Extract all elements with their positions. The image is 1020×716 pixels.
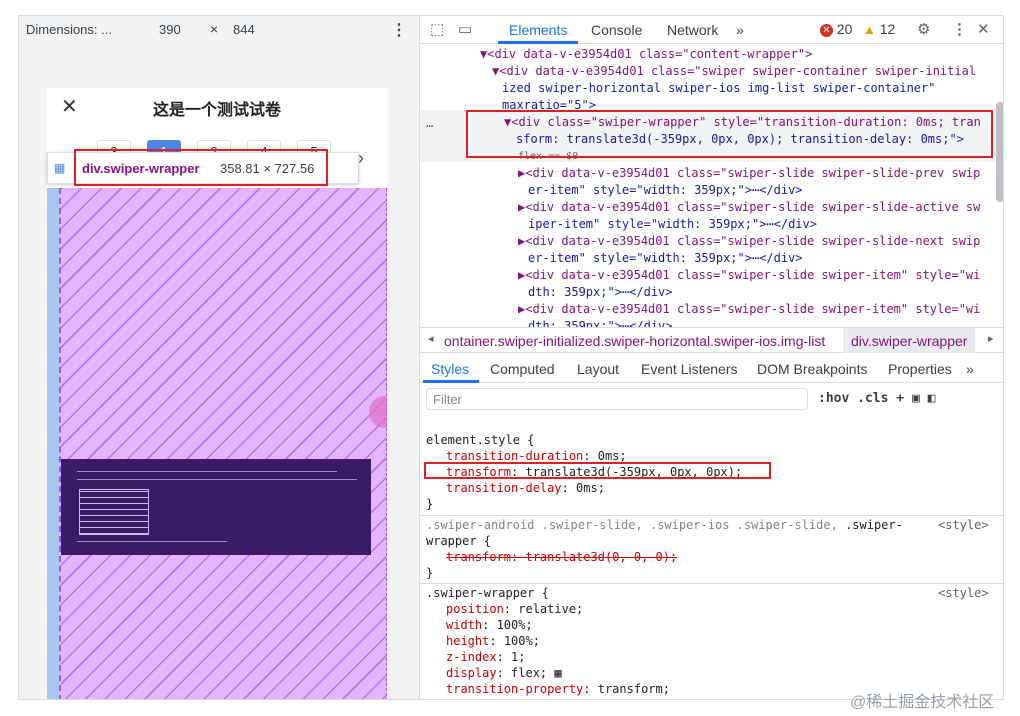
devtools-toolbar: ⬚ ▭ Elements Console Network » ✕ 20 ▲ 12… [420,16,1003,44]
cls-toggle[interactable]: .cls [857,391,888,406]
dom-line[interactable]: ▶<div data-v-e3954d01 class="swiper-slid… [518,267,980,284]
color-palette-icon[interactable]: ▣ [912,391,920,406]
gear-icon[interactable]: ⚙ [917,20,930,38]
dom-line[interactable]: dth: 359px;">⋯</div> [528,318,673,327]
device-pane: Dimensions: ... 390 × 844 ⋮ ✕ 这是一个测试试卷 3… [19,16,420,699]
overridden-declaration[interactable]: transform: translate3d(0, 0, 0); [446,549,677,565]
question-text-line [77,471,337,472]
tab-layout[interactable]: Layout [577,361,619,377]
flexbox-editor-icon[interactable]: ▦ [554,666,561,680]
question-card [61,459,371,555]
styles-tabbar: Styles Computed Layout Event Listeners D… [420,353,1003,383]
error-icon: ✕ [820,23,833,37]
warnings-count[interactable]: ▲ 12 [863,21,895,37]
rule-selector[interactable]: .swiper-wrapper { [426,585,549,601]
divider [420,515,1003,516]
tab-network[interactable]: Network [667,22,718,38]
errors-count[interactable]: ✕ 20 [820,21,852,37]
rule-selector[interactable]: .swiper-android .swiper-slide, .swiper-i… [426,517,903,533]
rule-selector[interactable]: element.style { [426,432,534,448]
rule-source-link[interactable]: <style> [938,585,989,601]
rule-source-link[interactable]: <style> [938,517,989,533]
sidebar-toggle-icon[interactable]: ◧ [928,391,936,406]
dom-line[interactable]: ▼<div data-v-e3954d01 class="swiper swip… [492,63,976,80]
device-toggle-icon[interactable]: ▭ [458,20,472,38]
add-rule-icon[interactable]: + [896,391,904,406]
style-declaration[interactable]: transition-delay: 0ms; [446,480,605,496]
dimensions-dropdown[interactable]: Dimensions: ... [26,22,112,37]
dom-line[interactable]: ▶<div data-v-e3954d01 class="swiper-slid… [518,165,980,182]
filter-options: :hov .cls + ▣ ◧ [818,391,935,406]
scroll-left-icon[interactable]: ◂ [428,332,434,345]
device-toolbar: Dimensions: ... 390 × 844 ⋮ [19,16,419,44]
width-input[interactable]: 390 [159,22,181,37]
style-declaration[interactable]: display: flex; ▦ [446,665,562,681]
dom-line[interactable]: ized swiper-horizontal swiper-ios img-li… [502,80,935,97]
question-options-line [77,541,227,542]
close-icon[interactable]: ✕ [977,20,990,38]
dom-line[interactable]: iper-item" style="width: 359px;">⋯</div> [528,216,817,233]
dom-line[interactable]: ▶<div data-v-e3954d01 class="swiper-slid… [518,199,980,216]
dom-line[interactable]: ▶<div data-v-e3954d01 class="swiper-slid… [518,301,980,318]
kebab-menu-icon[interactable]: ⋮ [952,20,967,38]
question-text-line [77,479,357,480]
ellipsis-icon[interactable]: ⋯ [426,118,433,135]
scroll-right-icon[interactable]: ▸ [988,332,994,345]
annotation-box [466,110,993,158]
rule-close: } [426,566,434,580]
dom-line[interactable]: ▶<div data-v-e3954d01 class="swiper-slid… [518,233,980,250]
element-highlight-overlay [59,188,387,699]
inspect-element-icon[interactable]: ⬚ [430,20,444,38]
more-tabs-icon[interactable]: » [736,22,744,38]
more-options-icon[interactable]: ⋮ [391,20,407,40]
hov-toggle[interactable]: :hov [818,391,849,406]
dom-line[interactable]: er-item" style="width: 359px;">⋯</div> [528,250,803,267]
warnings-value: 12 [879,21,896,37]
rule-close: } [426,497,434,511]
annotation-box [424,462,771,479]
dom-line[interactable]: dth: 359px;">⋯</div> [528,284,673,301]
breadcrumb-item-selected[interactable]: div.swiper-wrapper [843,328,976,353]
style-declaration[interactable]: width: 100%; [446,617,533,633]
more-tabs-icon[interactable]: » [966,361,974,377]
tab-computed[interactable]: Computed [490,361,555,377]
divider [420,583,1003,584]
devtools-window: Dimensions: ... 390 × 844 ⋮ ✕ 这是一个测试试卷 3… [18,15,1004,700]
breadcrumb: ◂ ontainer.swiper-initialized.swiper-hor… [420,327,1003,353]
dom-line[interactable]: er-item" style="width: 359px;">⋯</div> [528,182,803,199]
tab-styles[interactable]: Styles [431,361,469,377]
times-sign: × [210,21,219,37]
annotation-box [74,149,328,186]
height-input[interactable]: 844 [233,22,255,37]
style-declaration[interactable]: z-index: 1; [446,649,525,665]
styles-filter-input[interactable]: Filter [426,388,808,410]
dom-line[interactable]: ▼<div data-v-e3954d01 class="content-wra… [480,46,812,63]
style-declaration[interactable]: position: relative; [446,601,583,617]
tab-console[interactable]: Console [591,22,642,38]
active-tab-indicator [423,380,479,383]
style-declaration[interactable]: height: 100%; [446,633,540,649]
warning-icon: ▲ [863,22,876,37]
margin-highlight [47,188,59,699]
page-title: 这是一个测试试卷 [152,102,281,119]
scrollbar[interactable] [996,102,1003,202]
rule-selector[interactable]: wrapper { [426,533,491,549]
breadcrumb-item[interactable]: ontainer.swiper-initialized.swiper-horiz… [444,333,825,349]
tab-event-listeners[interactable]: Event Listeners [641,361,738,377]
grid-icon: ▦ [54,161,66,175]
tab-properties[interactable]: Properties [888,361,952,377]
styles-pane: element.style { transition-duration: 0ms… [420,414,1003,699]
devtools-pane: ⬚ ▭ Elements Console Network » ✕ 20 ▲ 12… [420,16,1003,699]
errors-value: 20 [836,21,853,37]
tab-elements[interactable]: Elements [509,22,567,38]
question-image [79,489,149,535]
watermark: @稀土掘金技术社区 [850,694,995,711]
style-declaration[interactable]: transition-property: transform; [446,681,670,697]
dom-tree: ⋯ ▼<div data-v-e3954d01 class="content-w… [420,44,1003,327]
tab-dom-breakpoints[interactable]: DOM Breakpoints [757,361,867,377]
